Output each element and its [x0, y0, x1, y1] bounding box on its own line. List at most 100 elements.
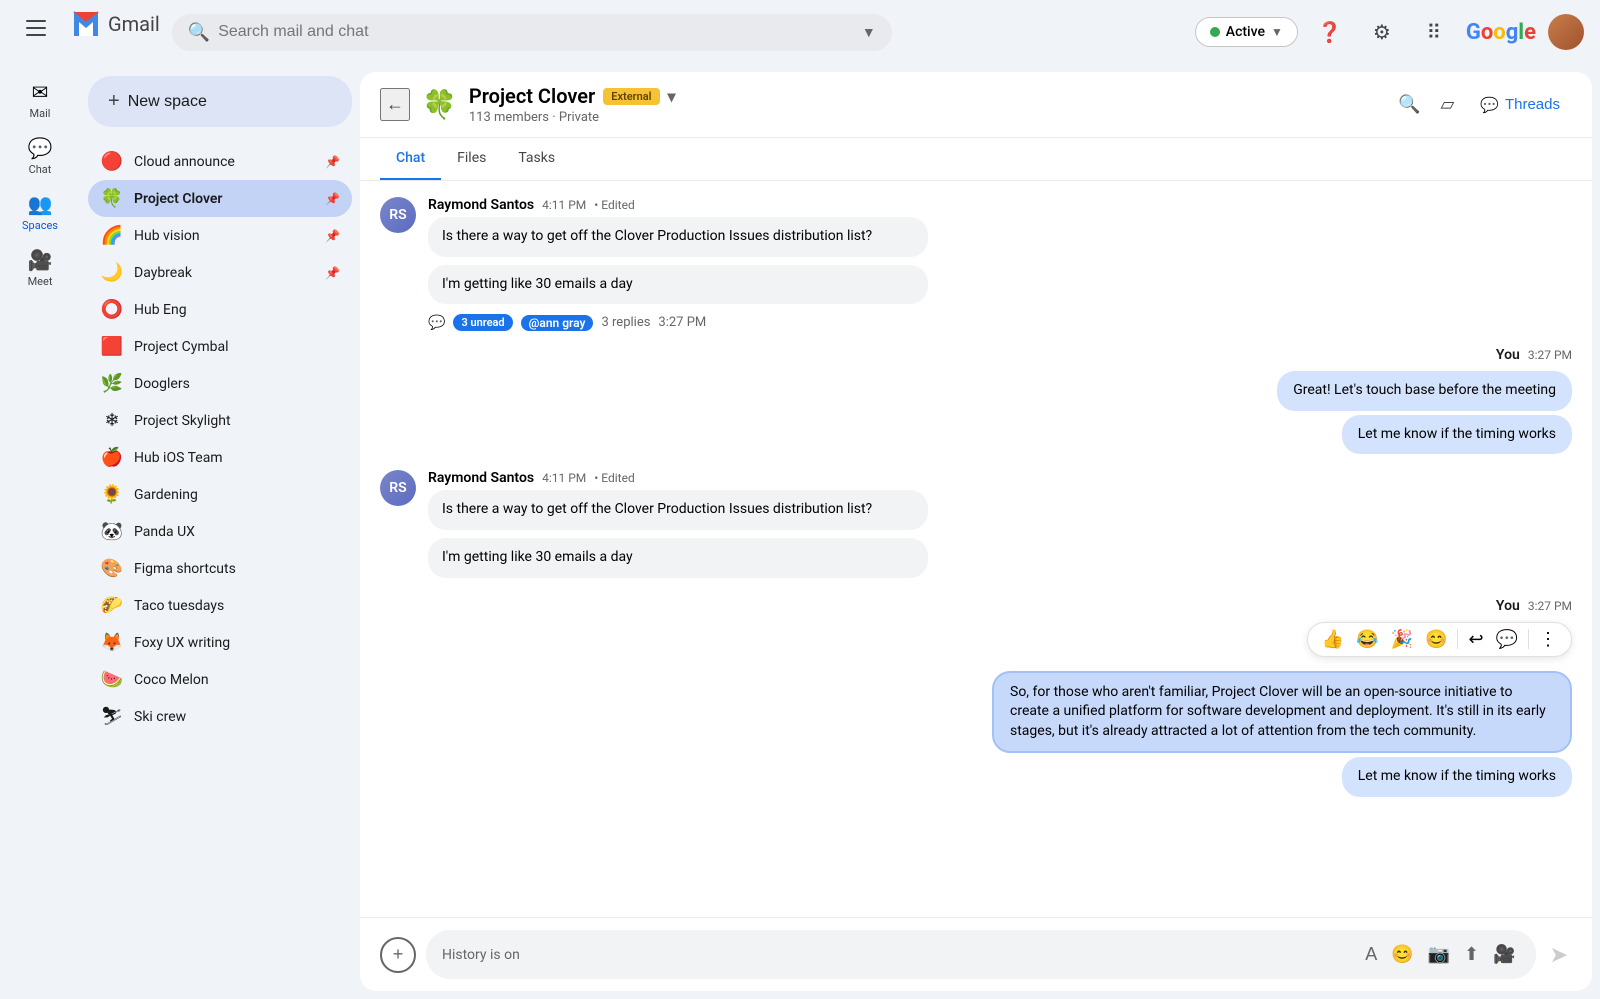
message-group-2: RS Raymond Santos 4:11 PM • Edited Is th… [380, 470, 1572, 581]
apps-button[interactable]: ⠿ [1414, 12, 1454, 52]
project-skylight-name: Project Skylight [134, 413, 340, 429]
message-content-1: Raymond Santos 4:11 PM • Edited Is there… [428, 197, 1572, 331]
top-bar: Gmail 🔍 ▼ Active ▼ ❓ ⚙ ⠿ Google [0, 0, 1600, 64]
sidebar-item-coco[interactable]: 🍉 Coco Melon [88, 661, 352, 698]
tab-files[interactable]: Files [441, 138, 502, 180]
meet-icon: 🎥 [28, 248, 53, 272]
back-button[interactable]: ← [380, 88, 410, 121]
tab-chat[interactable]: Chat [380, 138, 441, 180]
cloud-announce-name: Cloud announce [134, 154, 315, 170]
reaction-smile[interactable]: 😊 [1421, 627, 1451, 652]
search-dropdown-icon[interactable]: ▼ [862, 24, 876, 41]
nav-chat[interactable]: 💬 Chat [0, 128, 80, 184]
search-chat-button[interactable]: 🔍 [1392, 88, 1426, 121]
panda-ux-name: Panda UX [134, 524, 340, 540]
thread-preview-1[interactable]: 💬 3 unread @ann gray 3 replies 3:27 PM [428, 314, 1572, 331]
nav-mail[interactable]: ✉ Mail [0, 72, 80, 128]
sidebar-item-daybreak[interactable]: 🌙 Daybreak 📌 [88, 254, 352, 291]
sidebar-item-figma[interactable]: 🎨 Figma shortcuts [88, 550, 352, 587]
search-bar[interactable]: 🔍 ▼ [172, 14, 892, 51]
dooglers-emoji: 🌿 [100, 373, 124, 394]
status-dot [1210, 27, 1220, 37]
search-input[interactable] [218, 23, 854, 41]
meet-button[interactable]: 🎥 [1489, 940, 1519, 969]
hamburger-menu[interactable] [16, 8, 56, 48]
message-time-2: 4:11 PM [542, 471, 586, 485]
status-chevron: ▼ [1271, 25, 1283, 39]
mail-icon: ✉ [32, 80, 49, 104]
threads-button[interactable]: 💬 Threads [1468, 90, 1572, 120]
tab-tasks[interactable]: Tasks [502, 138, 571, 180]
sent-group-2: You 3:27 PM 👍 😂 🎉 😊 ↩ 💬 [380, 598, 1572, 797]
sidebar-item-hub-eng[interactable]: ⭕ Hub Eng [88, 291, 352, 328]
upload-button[interactable]: ⬆ [1460, 940, 1483, 969]
title-chevron-icon[interactable]: ▾ [668, 87, 676, 106]
sidebar-item-hub-ios[interactable]: 🍎 Hub iOS Team [88, 439, 352, 476]
foxy-emoji: 🦊 [100, 632, 124, 653]
space-title: Project Clover [469, 84, 595, 108]
spaces-icon: 👥 [28, 192, 53, 216]
input-container[interactable]: History is on A 😊 📷 ⬆ 🎥 [426, 930, 1536, 979]
emoji-button[interactable]: 😊 [1387, 940, 1417, 969]
sidebar-item-project-skylight[interactable]: ❄ Project Skylight [88, 402, 352, 439]
reaction-party[interactable]: 🎉 [1387, 627, 1417, 652]
sidebar-item-cloud-announce[interactable]: 🔴 Cloud announce 📌 [88, 143, 352, 180]
edited-tag-1: • Edited [594, 198, 634, 212]
sent-bubble-2-highlighted: So, for those who aren't familiar, Proje… [992, 671, 1572, 754]
send-button[interactable]: ➤ [1546, 938, 1572, 972]
reply-time-1: 3:27 PM [658, 315, 706, 330]
nav-spaces[interactable]: 👥 Spaces [0, 184, 80, 240]
chat-icon: 💬 [28, 136, 53, 160]
reaction-laugh[interactable]: 😂 [1352, 627, 1382, 652]
reaction-bar: 👍 😂 🎉 😊 ↩ 💬 ⋮ [1307, 622, 1572, 657]
chat-tabs: Chat Files Tasks [360, 138, 1592, 181]
help-button[interactable]: ❓ [1310, 12, 1350, 52]
hub-ios-emoji: 🍎 [100, 447, 124, 468]
threads-icon: 💬 [1480, 96, 1499, 114]
coco-emoji: 🍉 [100, 669, 124, 690]
reaction-reply[interactable]: ↩ [1464, 627, 1487, 652]
format-text-button[interactable]: A [1361, 940, 1381, 969]
pin-icon-daybreak: 📌 [325, 266, 340, 280]
add-attachment-button[interactable]: + [380, 937, 416, 973]
avatar-raymond-1: RS [380, 197, 416, 233]
message-time-1: 4:11 PM [542, 198, 586, 212]
foxy-name: Foxy UX writing [134, 635, 340, 651]
edited-tag-2: • Edited [594, 471, 634, 485]
toggle-panel-button[interactable]: ▱ [1434, 88, 1460, 121]
avatar-raymond-2: RS [380, 470, 416, 506]
user-avatar[interactable] [1548, 14, 1584, 50]
bubble-2a: Is there a way to get off the Clover Pro… [428, 490, 928, 530]
message-content-2: Raymond Santos 4:11 PM • Edited Is there… [428, 470, 1572, 581]
sent-bubble-1b: Let me know if the timing works [1342, 415, 1572, 455]
message-group-1: RS Raymond Santos 4:11 PM • Edited Is th… [380, 197, 1572, 331]
video-button[interactable]: 📷 [1424, 940, 1454, 969]
external-badge: External [603, 88, 659, 105]
status-button[interactable]: Active ▼ [1195, 17, 1298, 47]
settings-button[interactable]: ⚙ [1362, 12, 1402, 52]
sent-time-1: 3:27 PM [1528, 348, 1572, 362]
sidebar-item-project-clover[interactable]: 🍀 Project Clover 📌 [88, 180, 352, 217]
cloud-announce-emoji: 🔴 [100, 151, 124, 172]
main-chat-area: ← 🍀 Project Clover External ▾ 113 member… [360, 72, 1592, 991]
reaction-thumbsup[interactable]: 👍 [1318, 627, 1348, 652]
sidebar-item-hub-vision[interactable]: 🌈 Hub vision 📌 [88, 217, 352, 254]
bubble-1b: I'm getting like 30 emails a day [428, 265, 928, 305]
reaction-more[interactable]: ⋮ [1535, 627, 1561, 652]
sidebar-item-panda-ux[interactable]: 🐼 Panda UX [88, 513, 352, 550]
sent-time-2: 3:27 PM [1528, 599, 1572, 613]
sidebar-item-taco[interactable]: 🌮 Taco tuesdays [88, 587, 352, 624]
reaction-thread[interactable]: 💬 [1492, 627, 1522, 652]
sidebar-item-gardening[interactable]: 🌻 Gardening [88, 476, 352, 513]
sidebar-item-ski[interactable]: ⛷ Ski crew [88, 698, 352, 735]
sent-bubble-2b: Let me know if the timing works [1342, 757, 1572, 797]
sent-bubble-1a: Great! Let's touch base before the meeti… [1277, 371, 1572, 411]
nav-meet[interactable]: 🎥 Meet [0, 240, 80, 296]
sent-group-1: You 3:27 PM Great! Let's touch base befo… [380, 347, 1572, 454]
sidebar-item-project-cymbal[interactable]: 🟥 Project Cymbal [88, 328, 352, 365]
chat-header: ← 🍀 Project Clover External ▾ 113 member… [360, 72, 1592, 138]
new-space-button[interactable]: + New space [88, 76, 352, 127]
reaction-bar-container: 👍 😂 🎉 😊 ↩ 💬 ⋮ [1307, 622, 1572, 663]
sidebar-item-foxy[interactable]: 🦊 Foxy UX writing [88, 624, 352, 661]
sidebar-item-dooglers[interactable]: 🌿 Dooglers [88, 365, 352, 402]
